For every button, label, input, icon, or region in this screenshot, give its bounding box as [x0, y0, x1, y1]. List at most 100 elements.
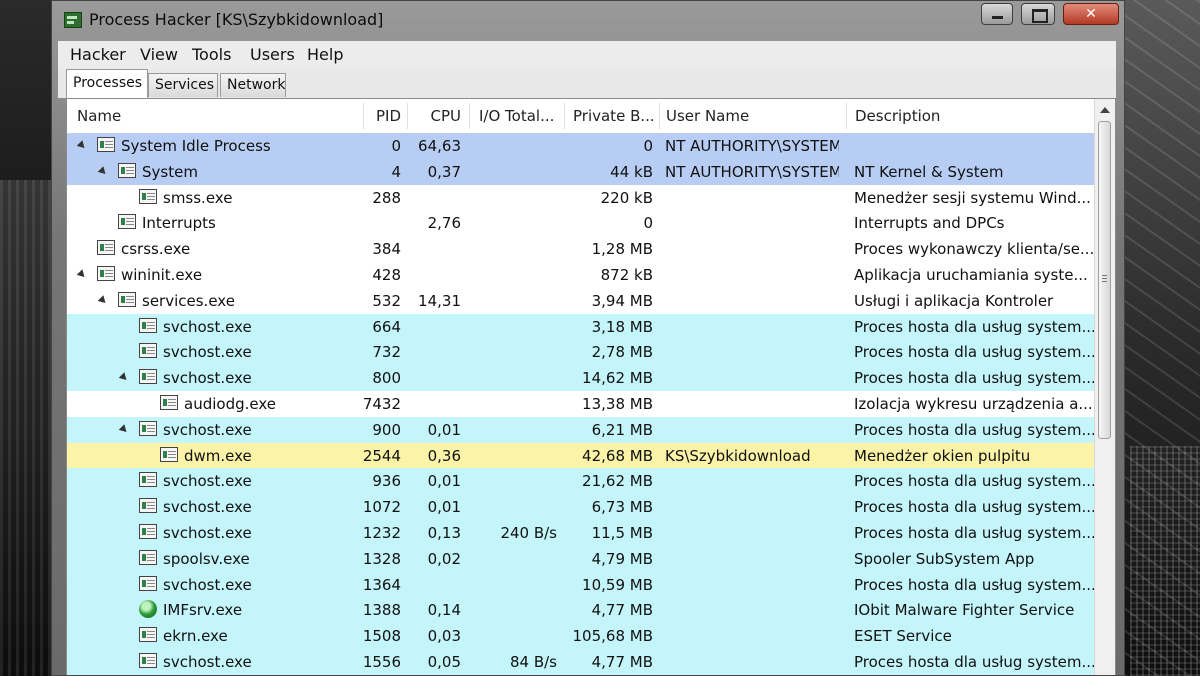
process-name: services.exe [142, 291, 235, 310]
process-name: dwm.exe [184, 446, 252, 465]
process-name: smss.exe [163, 188, 233, 207]
menu-view[interactable]: View [140, 45, 178, 64]
tab-processes[interactable]: Processes [66, 69, 148, 98]
process-user-name: KS\Szybkidownload [665, 446, 811, 465]
process-name: svchost.exe [163, 498, 252, 517]
menu-users[interactable]: Users [250, 45, 295, 64]
process-pid: 936 [372, 472, 401, 491]
minimize-button[interactable] [981, 3, 1013, 25]
process-icon [139, 523, 157, 539]
tab-services[interactable]: Services [148, 73, 218, 97]
process-row[interactable]: svchost.exe 1072 0,01 6,73 MB Proces hosta d… [67, 494, 1095, 520]
process-icon [160, 394, 178, 410]
process-description: Proces hosta dla usług system... [854, 317, 1095, 336]
column-header-row: Name PID CPU I/O Total... Private B... U… [67, 99, 1095, 134]
expand-arrow-icon[interactable] [76, 269, 88, 280]
menu-hacker[interactable]: Hacker [70, 45, 126, 64]
scrollbar-thumb[interactable] [1098, 121, 1111, 439]
process-icon [160, 446, 178, 462]
window-title: Process Hacker [KS\Szybkidownload] [89, 10, 384, 29]
column-header-pid[interactable]: PID [375, 107, 401, 125]
process-row[interactable]: services.exe 532 14,31 3,94 MB Usługi i apli… [67, 287, 1095, 314]
process-icon [139, 420, 157, 436]
process-name: svchost.exe [163, 523, 252, 542]
process-row[interactable]: smss.exe 288 220 kB Menedżer sesji systemu … [67, 184, 1095, 211]
expand-arrow-icon[interactable] [76, 140, 88, 151]
expand-arrow-icon[interactable] [118, 372, 130, 383]
process-description: Spooler SubSystem App [854, 549, 1035, 568]
process-private-bytes: 6,21 MB [591, 420, 653, 439]
menu-tools[interactable]: Tools [192, 45, 231, 64]
process-description: Interrupts and DPCs [854, 214, 1005, 233]
process-private-bytes: 44 kB [610, 162, 653, 181]
process-description: Izolacja wykresu urządzenia a... [854, 394, 1093, 413]
process-row[interactable]: Interrupts 2,76 0 Interrupts and DPCs [67, 210, 1095, 237]
process-row[interactable]: ekrn.exe 1508 0,03 105,68 MB ESET Service [67, 623, 1095, 649]
process-private-bytes: 10,59 MB [582, 575, 653, 594]
process-row[interactable]: System 4 0,37 44 kB NT AUTHORITY\SYSTEM NT Ke… [67, 158, 1095, 185]
process-description: Proces hosta dla usług system... [854, 498, 1095, 517]
close-button[interactable]: ✕ [1063, 3, 1119, 25]
scroll-up-arrow-icon[interactable] [1100, 107, 1110, 113]
process-pid: 664 [372, 317, 401, 336]
column-header-private-bytes[interactable]: Private B... [573, 107, 655, 125]
column-header-cpu[interactable]: CPU [417, 107, 462, 125]
process-cpu: 0,37 [427, 162, 461, 181]
menu-help[interactable]: Help [307, 45, 343, 64]
expand-arrow-icon[interactable] [97, 165, 109, 177]
column-header-description[interactable]: Description [855, 107, 940, 125]
process-icon [139, 575, 157, 591]
process-private-bytes: 3,18 MB [591, 317, 653, 336]
process-row[interactable]: svchost.exe 1364 10,59 MB Proces hosta dla … [67, 571, 1095, 598]
process-row[interactable]: IMFsrv.exe 1388 0,14 4,77 MB IObit Malware F… [67, 597, 1095, 624]
process-user-name: NT AUTHORITY\SYSTEM [665, 162, 839, 181]
process-row[interactable]: dwm.exe 2544 0,36 42,68 MB KS\Szybkidownload… [67, 442, 1095, 469]
process-description: Menedżer sesji systemu Wind... [854, 188, 1091, 207]
process-pid: 900 [372, 420, 401, 439]
process-pid: 2544 [362, 446, 401, 465]
process-icon [139, 317, 157, 333]
process-cpu: 0,01 [427, 420, 461, 439]
column-header-io-total[interactable]: I/O Total... [479, 107, 554, 125]
process-row[interactable]: wininit.exe 428 872 kB Aplikacja uruchamian… [67, 261, 1095, 288]
process-cpu: 0,01 [427, 472, 461, 491]
process-cpu: 0,01 [427, 498, 461, 517]
expand-arrow-icon[interactable] [118, 423, 130, 435]
process-pid: 800 [372, 369, 401, 388]
process-row[interactable]: spoolsv.exe 1328 0,02 4,79 MB Spooler SubSys… [67, 545, 1095, 572]
process-row[interactable]: svchost.exe 800 14,62 MB Proces hosta dla u… [67, 365, 1095, 391]
process-cpu: 0,14 [427, 601, 461, 620]
column-header-user-name[interactable]: User Name [666, 107, 749, 125]
title-bar[interactable]: Process Hacker [KS\Szybkidownload] ✕ [52, 1, 1124, 41]
process-name: System [142, 162, 198, 181]
tab-network[interactable]: Network [220, 73, 286, 97]
process-row[interactable]: svchost.exe 664 3,18 MB Proces hosta dla us… [67, 313, 1095, 340]
process-description: NT Kernel & System [854, 162, 1004, 181]
column-header-name[interactable]: Name [77, 107, 121, 125]
expand-arrow-icon[interactable] [97, 294, 109, 306]
process-icon [118, 291, 136, 307]
process-name: wininit.exe [121, 265, 203, 284]
process-row[interactable]: svchost.exe 732 2,78 MB Proces hosta dla us… [67, 339, 1095, 366]
process-row[interactable]: System Idle Process 0 64,63 0 NT AUTHORITY\S… [67, 133, 1095, 159]
process-private-bytes: 21,62 MB [582, 472, 653, 491]
process-private-bytes: 0 [643, 137, 653, 155]
process-private-bytes: 3,94 MB [591, 291, 653, 310]
process-list: System Idle Process 0 64,63 0 NT AUTHORITY\S… [67, 133, 1095, 675]
process-description: Menedżer okien pulpitu [854, 446, 1031, 465]
process-pid: 1364 [362, 575, 401, 594]
process-row[interactable]: svchost.exe 1232 0,13 240 B/s 11,5 MB Proces … [67, 519, 1095, 546]
vertical-scrollbar[interactable] [1094, 99, 1115, 675]
process-row[interactable]: svchost.exe 900 0,01 6,21 MB Proces hosta dl… [67, 416, 1095, 443]
process-pid: 384 [372, 240, 401, 259]
process-name: svchost.exe [163, 420, 252, 439]
process-row[interactable]: audiodg.exe 7432 13,38 MB Izolacja wykresu … [67, 390, 1095, 417]
process-io-total: 240 B/s [500, 523, 557, 542]
process-row[interactable]: csrss.exe 384 1,28 MB Proces wykonawczy kli… [67, 236, 1095, 262]
process-private-bytes: 2,78 MB [591, 343, 653, 362]
process-name: svchost.exe [163, 472, 252, 491]
process-row[interactable]: svchost.exe 1556 0,05 84 B/s 4,77 MB Proces h… [67, 648, 1095, 675]
maximize-button[interactable] [1021, 3, 1055, 25]
process-description: ESET Service [854, 627, 952, 646]
process-row[interactable]: svchost.exe 936 0,01 21,62 MB Proces hosta d… [67, 468, 1095, 495]
